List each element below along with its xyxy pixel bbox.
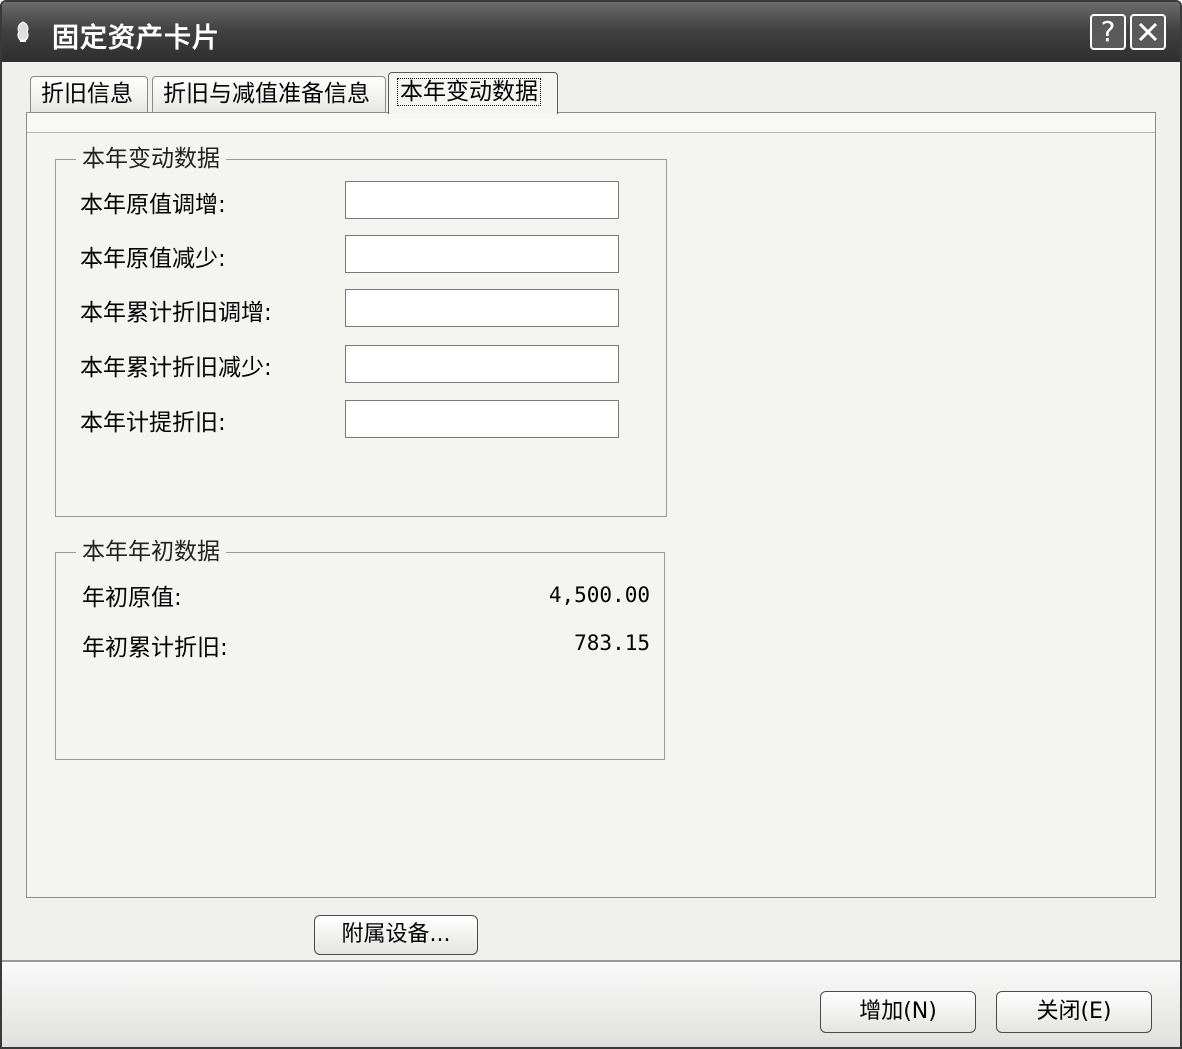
field-label: 本年累计折旧减少: [80, 355, 272, 381]
title-bar: 固定资产卡片 ? [2, 2, 1180, 62]
opening-original-value-label: 年初原值: [82, 585, 182, 611]
field-label: 本年原值调增: [80, 192, 226, 218]
tab-depreciation-info[interactable]: 折旧信息 [30, 76, 148, 112]
tab-panel: 本年变动数据 本年原值调增: 本年原值减少: 本年累计折旧调增: 本年累计折旧减… [26, 112, 1156, 898]
group-title: 本年变动数据 [76, 144, 226, 174]
opening-accumulated-depreciation-value: 783.15 [574, 631, 650, 655]
tab-label: 折旧信息 [41, 81, 133, 107]
accessory-equipment-button[interactable]: 附属设备... [314, 915, 478, 955]
annual-depreciation-input[interactable] [345, 400, 619, 438]
tab-depreciation-impairment-info[interactable]: 折旧与减值准备信息 [152, 76, 386, 112]
close-window-button[interactable] [1130, 14, 1166, 50]
field-label: 本年累计折旧调增: [80, 300, 272, 326]
app-icon [17, 21, 29, 42]
field-label: 本年原值减少: [80, 246, 226, 272]
field-label: 本年计提折旧: [80, 410, 226, 436]
original-value-decrease-input[interactable] [345, 235, 619, 273]
tab-label: 本年变动数据 [397, 78, 541, 106]
add-button[interactable]: 增加(N) [820, 991, 976, 1033]
opening-original-value: 4,500.00 [548, 583, 650, 607]
accumulated-depreciation-increase-input[interactable] [345, 289, 619, 327]
annual-change-group: 本年变动数据 本年原值调增: 本年原值减少: 本年累计折旧调增: 本年累计折旧减… [55, 144, 667, 517]
opening-data-group: 本年年初数据 年初原值: 4,500.00 年初累计折旧: 783.15 [55, 537, 665, 760]
original-value-increase-input[interactable] [345, 181, 619, 219]
close-icon [1138, 22, 1158, 42]
help-button[interactable]: ? [1090, 14, 1126, 50]
close-button[interactable]: 关闭(E) [996, 991, 1152, 1033]
opening-accumulated-depreciation-label: 年初累计折旧: [82, 635, 228, 661]
accumulated-depreciation-decrease-input[interactable] [345, 345, 619, 383]
footer-bar: 增加(N) 关闭(E) [2, 963, 1180, 1047]
tab-annual-change-data[interactable]: 本年变动数据 [388, 72, 558, 114]
tab-strip: 折旧信息 折旧与减值准备信息 本年变动数据 [2, 62, 1180, 116]
tab-label: 折旧与减值准备信息 [163, 81, 370, 107]
panel-header-strip [27, 113, 1155, 133]
window-title: 固定资产卡片 [52, 23, 220, 54]
group-title: 本年年初数据 [76, 537, 226, 567]
fixed-asset-card-window: 固定资产卡片 ? 折旧信息 折旧与减值准备信息 本年变动数据 本年变动数据 本年… [0, 0, 1182, 1049]
